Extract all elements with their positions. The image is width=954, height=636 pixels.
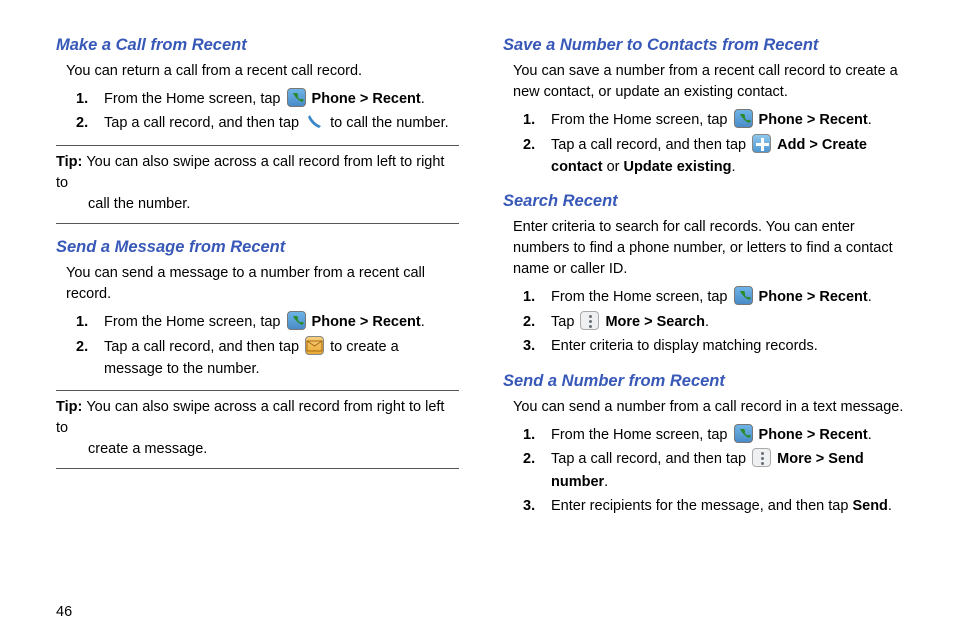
page-columns: Make a Call from Recent You can return a… [56,36,906,520]
list-item: Tap a call record, and then tap to call … [76,112,459,134]
heading-make-call: Make a Call from Recent [56,36,459,55]
intro-send-message: You can send a message to a number from … [66,263,459,305]
tip-text: You can also swipe across a call record … [56,154,444,191]
tip-label: Tip: [56,154,86,170]
tip-text: create a message. [88,439,459,460]
ui-ref: Phone > Recent [759,112,868,128]
step-text: or [603,159,624,175]
step-text: Tap a call record, and then tap [551,451,750,467]
list-item: From the Home screen, tap Phone > Recent… [76,88,459,110]
step-text: . [868,427,872,443]
list-item: Tap a call record, and then tap Add > Cr… [523,134,906,179]
step-text: From the Home screen, tap [104,91,285,107]
ui-ref: More > Search [605,314,705,330]
step-text: Enter recipients for the message, and th… [551,498,852,514]
list-item: Tap More > Search. [523,311,906,333]
intro-send-number: You can send a number from a call record… [513,397,906,418]
steps-make-call: From the Home screen, tap Phone > Recent… [76,88,459,135]
ui-ref: Phone > Recent [759,289,868,305]
step-text: Tap a call record, and then tap [104,339,303,355]
list-item: Tap a call record, and then tap to creat… [76,336,459,381]
step-text: From the Home screen, tap [104,314,285,330]
ui-ref: Send [852,498,887,514]
phone-icon [734,286,753,305]
step-text: From the Home screen, tap [551,427,732,443]
steps-search-recent: From the Home screen, tap Phone > Recent… [523,286,906,357]
steps-save-number: From the Home screen, tap Phone > Recent… [523,109,906,178]
page-number: 46 [56,604,72,620]
step-text: . [604,474,608,490]
envelope-icon [305,336,324,355]
tip-text: call the number. [88,194,459,215]
ui-ref: Update existing [624,159,732,175]
left-column: Make a Call from Recent You can return a… [56,36,459,520]
step-text: . [421,314,425,330]
step-text: . [705,314,709,330]
tip-make-call: Tip: You can also swipe across a call re… [56,145,459,224]
list-item: From the Home screen, tap Phone > Recent… [523,424,906,446]
right-column: Save a Number to Contacts from Recent Yo… [503,36,906,520]
step-text: Tap [551,314,578,330]
intro-make-call: You can return a call from a recent call… [66,61,459,82]
step-text: From the Home screen, tap [551,112,732,128]
list-item: From the Home screen, tap Phone > Recent… [523,109,906,131]
step-text: . [868,289,872,305]
list-item: Enter criteria to display matching recor… [523,335,906,357]
ui-ref: Phone > Recent [312,314,421,330]
step-text: From the Home screen, tap [551,289,732,305]
step-text: Enter criteria to display matching recor… [551,338,818,354]
phone-icon [287,311,306,330]
phone-icon [734,109,753,128]
phone-icon [287,88,306,107]
step-text: Tap a call record, and then tap [551,137,750,153]
step-text: to call the number. [326,115,449,131]
more-icon [752,448,771,467]
heading-send-message: Send a Message from Recent [56,238,459,257]
step-text: . [732,159,736,175]
tip-label: Tip: [56,399,86,415]
steps-send-number: From the Home screen, tap Phone > Recent… [523,424,906,518]
steps-send-message: From the Home screen, tap Phone > Recent… [76,311,459,380]
tip-send-message: Tip: You can also swipe across a call re… [56,390,459,469]
list-item: Tap a call record, and then tap More > S… [523,448,906,493]
tip-text: You can also swipe across a call record … [56,399,444,436]
step-text: . [421,91,425,107]
intro-search-recent: Enter criteria to search for call record… [513,217,906,280]
more-icon [580,311,599,330]
phone-icon [734,424,753,443]
ui-ref: Phone > Recent [759,427,868,443]
heading-search-recent: Search Recent [503,192,906,211]
plus-icon [752,134,771,153]
heading-send-number: Send a Number from Recent [503,372,906,391]
step-text: . [868,112,872,128]
ui-ref: Phone > Recent [312,91,421,107]
list-item: Enter recipients for the message, and th… [523,495,906,517]
list-item: From the Home screen, tap Phone > Recent… [76,311,459,333]
intro-save-number: You can save a number from a recent call… [513,61,906,103]
step-text: . [888,498,892,514]
step-text: Tap a call record, and then tap [104,115,303,131]
heading-save-number: Save a Number to Contacts from Recent [503,36,906,55]
list-item: From the Home screen, tap Phone > Recent… [523,286,906,308]
handset-icon [305,112,324,131]
